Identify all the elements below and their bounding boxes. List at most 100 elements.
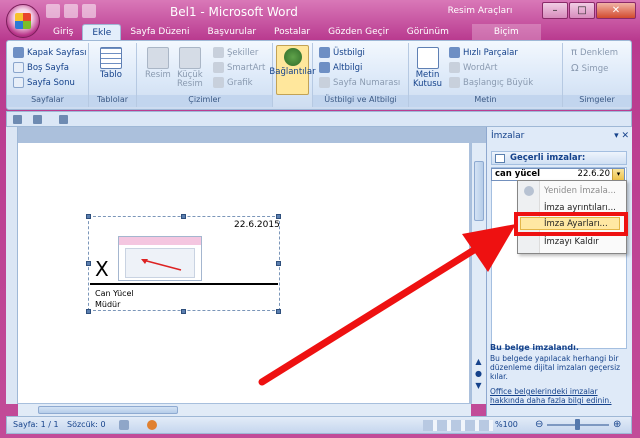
proofing-icon[interactable] <box>119 420 129 430</box>
signature-status-icon[interactable] <box>147 420 157 430</box>
metin-kutusu-button[interactable]: Metin Kutusu <box>413 47 442 89</box>
picture-icon <box>146 47 169 69</box>
resize-handle[interactable] <box>86 261 91 266</box>
group-cizimler: Resim Küçük Resim Şekiller SmartArt Graf… <box>137 43 273 107</box>
tab-gorunum[interactable]: Görünüm <box>398 24 458 41</box>
page-number-icon <box>319 77 330 88</box>
denklem-button[interactable]: π Denklem <box>571 47 618 58</box>
save-icon[interactable] <box>46 4 60 18</box>
quick-parts-icon <box>449 47 460 58</box>
smartart-button[interactable]: SmartArt <box>213 62 265 73</box>
signature-image <box>118 236 202 281</box>
resize-handle[interactable] <box>276 214 281 219</box>
clip-art-icon <box>178 47 201 69</box>
baslangic-buyuk-button[interactable]: Başlangıç Büyük <box>449 77 533 88</box>
drop-cap-icon <box>449 77 460 88</box>
ustbilgi-button[interactable]: Üstbilgi <box>319 47 365 58</box>
signature-entry-date: 22.6.20 <box>577 169 610 179</box>
signer-name: Can Yücel <box>95 289 134 298</box>
signatures-help-link[interactable]: Office belgelerindeki imzalar hakkında d… <box>490 387 630 405</box>
quick-access-toolbar <box>46 4 96 18</box>
signed-notice-text: Bu belgede yapılacak herhangi bir düzenl… <box>490 354 621 381</box>
signature-date: 22.6.2015 <box>234 220 280 230</box>
wordart-button[interactable]: WordArt <box>449 62 498 73</box>
resize-handle[interactable] <box>276 261 281 266</box>
toolbar-strip <box>6 111 632 127</box>
chevron-down-icon[interactable]: ▾ <box>612 169 624 180</box>
menu-item-yeniden-imzala[interactable]: Yeniden İmzala... <box>544 186 616 196</box>
tab-bicim[interactable]: Biçim <box>471 24 541 41</box>
signature-entry-name: can yücel <box>495 169 541 179</box>
tab-sayfa-duzeni[interactable]: Sayfa Düzeni <box>121 24 198 41</box>
tablo-button[interactable]: Tablo <box>100 47 122 80</box>
signer-role: Müdür <box>95 300 121 309</box>
omega-icon: Ω <box>571 63 579 74</box>
valid-signatures-header[interactable]: Geçerli imzalar: <box>491 151 627 165</box>
kucuk-resim-button[interactable]: Küçük Resim <box>177 47 203 89</box>
resim-button[interactable]: Resim <box>145 47 171 80</box>
window-controls: – □ ✕ <box>542 2 636 19</box>
context-tab-title: Resim Araçları <box>447 6 513 16</box>
undo-small-icon[interactable] <box>33 115 42 124</box>
chart-icon <box>213 77 224 88</box>
cover-page-icon <box>13 47 24 58</box>
title-bar: Bel1 - Microsoft Word Resim Araçları – □… <box>0 0 640 24</box>
office-button[interactable] <box>6 4 40 38</box>
tab-postalar[interactable]: Postalar <box>265 24 319 41</box>
redo-icon[interactable] <box>82 4 96 18</box>
menu-item-imzayi-kaldir[interactable]: İmzayı Kaldır <box>544 237 599 247</box>
minimize-button[interactable]: – <box>542 2 568 19</box>
hizli-parcalar-button[interactable]: Hızlı Parçalar <box>449 47 518 58</box>
resize-handle[interactable] <box>276 309 281 314</box>
altbilgi-button[interactable]: Altbilgi <box>319 62 362 73</box>
zoom-out-icon[interactable]: ⊖ <box>535 419 543 430</box>
group-label-ustbilgi: Üstbilgi ve Altbilgi <box>313 95 408 107</box>
status-page[interactable]: Sayfa: 1 / 1 <box>13 420 59 429</box>
signature-x-mark: X <box>95 257 109 281</box>
maximize-button[interactable]: □ <box>569 2 595 19</box>
view-buttons[interactable] <box>423 420 493 431</box>
sekiller-button[interactable]: Şekiller <box>213 47 258 58</box>
horizontal-scrollbar[interactable] <box>18 403 471 416</box>
status-bar: Sayfa: 1 / 1 Sözcük: 0 %100 ⊖ ⊕ <box>6 416 632 434</box>
vertical-scroll-thumb[interactable] <box>474 161 484 221</box>
status-words[interactable]: Sözcük: 0 <box>67 420 106 429</box>
signed-notice-title: Bu belge imzalandı. <box>490 343 579 352</box>
grafik-button[interactable]: Grafik <box>213 77 253 88</box>
baglantilar-button[interactable]: Bağlantılar <box>269 45 316 95</box>
bos-sayfa-button[interactable]: Boş Sayfa <box>13 62 69 73</box>
tab-ekle[interactable]: Ekle <box>82 24 122 41</box>
tab-giris[interactable]: Giriş <box>44 24 82 41</box>
sayfa-numarasi-button[interactable]: Sayfa Numarası <box>319 77 400 88</box>
zoom-in-icon[interactable]: ⊕ <box>613 419 621 430</box>
group-ustbilgi: Üstbilgi Altbilgi Sayfa Numarası Üstbilg… <box>313 43 409 107</box>
group-baglantilar: Bağlantılar <box>269 43 316 107</box>
resize-handle[interactable] <box>86 214 91 219</box>
close-button[interactable]: ✕ <box>596 2 636 19</box>
group-sayfalar: Kapak Sayfası Boş Sayfa Sayfa Sonu Sayfa… <box>7 43 89 107</box>
sayfa-sonu-button[interactable]: Sayfa Sonu <box>13 77 75 88</box>
save-small-icon[interactable] <box>13 115 22 124</box>
tab-basvurular[interactable]: Başvurular <box>199 24 266 41</box>
zoom-level[interactable]: %100 <box>495 420 518 429</box>
kapak-sayfasi-button[interactable]: Kapak Sayfası <box>13 47 87 58</box>
undo-icon[interactable] <box>64 4 78 18</box>
ribbon-tabs: Giriş Ekle Sayfa Düzeni Başvurular Posta… <box>44 24 541 41</box>
group-label-sayfalar: Sayfalar <box>7 95 88 107</box>
tab-gozden-gecir[interactable]: Gözden Geçir <box>319 24 398 41</box>
text-box-icon <box>416 47 439 69</box>
simge-button[interactable]: Ω Simge <box>571 63 608 74</box>
signature-line <box>90 283 278 285</box>
horizontal-scroll-thumb[interactable] <box>38 406 178 414</box>
resize-handle[interactable] <box>181 214 186 219</box>
redo-small-icon[interactable] <box>59 115 68 124</box>
resize-handle[interactable] <box>181 309 186 314</box>
table-icon <box>100 47 122 69</box>
zoom-slider-knob[interactable] <box>575 419 580 430</box>
resize-handle[interactable] <box>86 309 91 314</box>
vertical-ruler <box>6 127 18 404</box>
signature-arrow-icon <box>141 259 182 271</box>
pane-controls[interactable]: ▾ ✕ <box>614 131 629 141</box>
smartart-icon <box>213 62 224 73</box>
scroll-nav-icon[interactable]: ▲ ● ▼ <box>471 356 486 392</box>
